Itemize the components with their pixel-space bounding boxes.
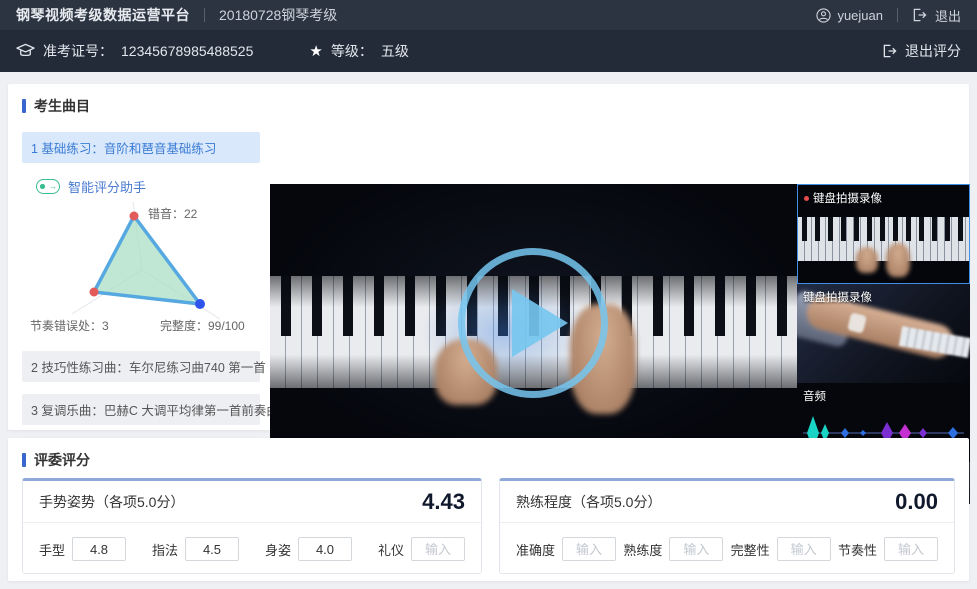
star-icon: ★ (309, 42, 322, 60)
scoring-title-text: 评委评分 (34, 450, 90, 470)
radar-polygon (94, 216, 200, 304)
radar-label-wrong-notes: 错音：22 (148, 206, 198, 221)
ticket-group: 准考证号： 12345678985488525 (16, 41, 253, 61)
play-button[interactable] (458, 248, 608, 398)
exit-grading-icon (882, 44, 897, 58)
keyboard-camera-panel-2[interactable]: 键盘拍摄录像 (797, 284, 970, 383)
card-fields: 准确度 熟练度 完整性 节奏性 (500, 523, 954, 575)
hand-shape-input[interactable] (72, 537, 126, 561)
field-label: 礼仪 (378, 540, 404, 559)
level-group: ★ 等级： 五级 (309, 41, 408, 61)
ticket-number: 12345678985488525 (121, 43, 253, 59)
card-score: 4.43 (422, 489, 465, 515)
ticket-label: 准考证号： (43, 41, 113, 61)
field-label: 指法 (152, 540, 178, 559)
logout-icon (912, 8, 927, 22)
main-video-player[interactable] (270, 184, 797, 462)
fingering-input[interactable] (185, 537, 239, 561)
graduation-cap-icon (16, 43, 35, 59)
radar-dot-wrong-notes (130, 212, 139, 221)
title-accent-bar (22, 453, 26, 467)
song-item-2[interactable]: 2 技巧性练习曲：车尔尼练习曲740 第一首 (22, 351, 260, 382)
proficiency-card: 熟练程度（各项5.0分） 0.00 准确度 熟练度 完整性 节奏性 (499, 478, 955, 574)
etiquette-input[interactable] (411, 537, 465, 561)
field-accuracy: 准确度 (516, 537, 616, 561)
radar-dot-rhythm-errors (90, 288, 99, 297)
field-rhythm: 节奏性 (838, 537, 938, 561)
card-header: 熟练程度（各项5.0分） 0.00 (500, 481, 954, 523)
field-completeness: 完整性 (731, 537, 831, 561)
user-menu[interactable]: yuejuan (816, 8, 883, 23)
mini-keyboard-graphic (798, 217, 969, 261)
card-fields: 手型 指法 身姿 礼仪 (23, 523, 481, 575)
card-score: 0.00 (895, 489, 938, 515)
session-title: 20180728钢琴考级 (219, 5, 337, 25)
radar-label-completeness: 完整度：99/100 (160, 318, 245, 333)
field-label: 熟练度 (623, 540, 662, 559)
play-icon (512, 289, 568, 357)
logout-label: 退出 (935, 6, 961, 25)
card-header: 手势姿势（各项5.0分） 4.43 (23, 481, 481, 523)
card-title: 手势姿势（各项5.0分） (39, 492, 184, 512)
title-accent-bar (22, 99, 26, 113)
song-item-3[interactable]: 3 复调乐曲：巴赫C 大调平均律第一首前奏曲 (22, 394, 260, 425)
keyboard-camera-panel-1[interactable]: 键盘拍摄录像 (797, 184, 970, 284)
smart-score-assistant[interactable]: → 智能评分助手 (36, 177, 260, 196)
gesture-posture-card: 手势姿势（各项5.0分） 4.43 手型 指法 身姿 礼仪 (22, 478, 482, 574)
panel-2-label: 键盘拍摄录像 (803, 289, 872, 305)
logout-button[interactable]: 退出 (912, 6, 961, 25)
exit-grading-label: 退出评分 (905, 41, 961, 61)
mini-hand-graphic (856, 247, 878, 273)
completeness-input[interactable] (777, 537, 831, 561)
field-label: 手型 (39, 540, 65, 559)
panel-1-label: 键盘拍摄录像 (804, 190, 882, 206)
exit-grading-button[interactable]: 退出评分 (882, 41, 961, 61)
divider (897, 8, 898, 22)
exam-info-bar: 准考证号： 12345678985488525 ★ 等级： 五级 退出评分 (0, 30, 977, 72)
audio-panel-label: 音频 (803, 388, 826, 404)
field-posture: 身姿 (265, 537, 352, 561)
assistant-toggle-icon: → (36, 179, 60, 194)
field-etiquette: 礼仪 (378, 537, 465, 561)
camera-angle-panels: 键盘拍摄录像 键盘拍摄录像 音频 (797, 184, 970, 462)
field-label: 节奏性 (838, 540, 877, 559)
level-value: 五级 (381, 41, 409, 61)
songs-title-text: 考生曲目 (34, 96, 90, 116)
posture-input[interactable] (298, 537, 352, 561)
user-icon (816, 8, 831, 23)
recording-dot-icon (804, 196, 809, 201)
radar-chart: 错音：22 节奏错误处：3 完整度：99/100 (22, 200, 260, 339)
level-label: 等级： (331, 41, 373, 61)
proficiency-input[interactable] (669, 537, 723, 561)
divider (204, 8, 205, 22)
top-header-bar: 钢琴视频考级数据运营平台 20180728钢琴考级 yuejuan 退出 (0, 0, 977, 30)
rhythm-input[interactable] (884, 537, 938, 561)
field-fingering: 指法 (152, 537, 239, 561)
field-hand-shape: 手型 (39, 537, 126, 561)
field-label: 身姿 (265, 540, 291, 559)
songs-section-title: 考生曲目 (22, 96, 260, 116)
candidate-songs-sidebar: 考生曲目 1 基础练习：音阶和琶音基础练习 → 智能评分助手 错音：22 节奏错… (22, 96, 260, 468)
radar-label-rhythm-errors: 节奏错误处：3 (30, 319, 109, 333)
scoring-section-title: 评委评分 (22, 450, 90, 470)
user-name: yuejuan (837, 8, 883, 23)
field-label: 准确度 (516, 540, 555, 559)
exam-main-panel: 考生曲目 1 基础练习：音阶和琶音基础练习 → 智能评分助手 错音：22 节奏错… (8, 84, 969, 430)
app-title: 钢琴视频考级数据运营平台 (16, 5, 190, 25)
mini-hand-graphic (886, 243, 910, 277)
field-label: 完整性 (731, 540, 770, 559)
radar-dot-completeness (195, 299, 205, 309)
card-title: 熟练程度（各项5.0分） (516, 492, 661, 512)
judge-scoring-panel: 评委评分 手势姿势（各项5.0分） 4.43 手型 指法 身姿 礼仪 (8, 438, 969, 581)
accuracy-input[interactable] (562, 537, 616, 561)
song-item-1[interactable]: 1 基础练习：音阶和琶音基础练习 (22, 132, 260, 163)
assistant-label: 智能评分助手 (68, 177, 146, 196)
field-proficiency: 熟练度 (623, 537, 723, 561)
